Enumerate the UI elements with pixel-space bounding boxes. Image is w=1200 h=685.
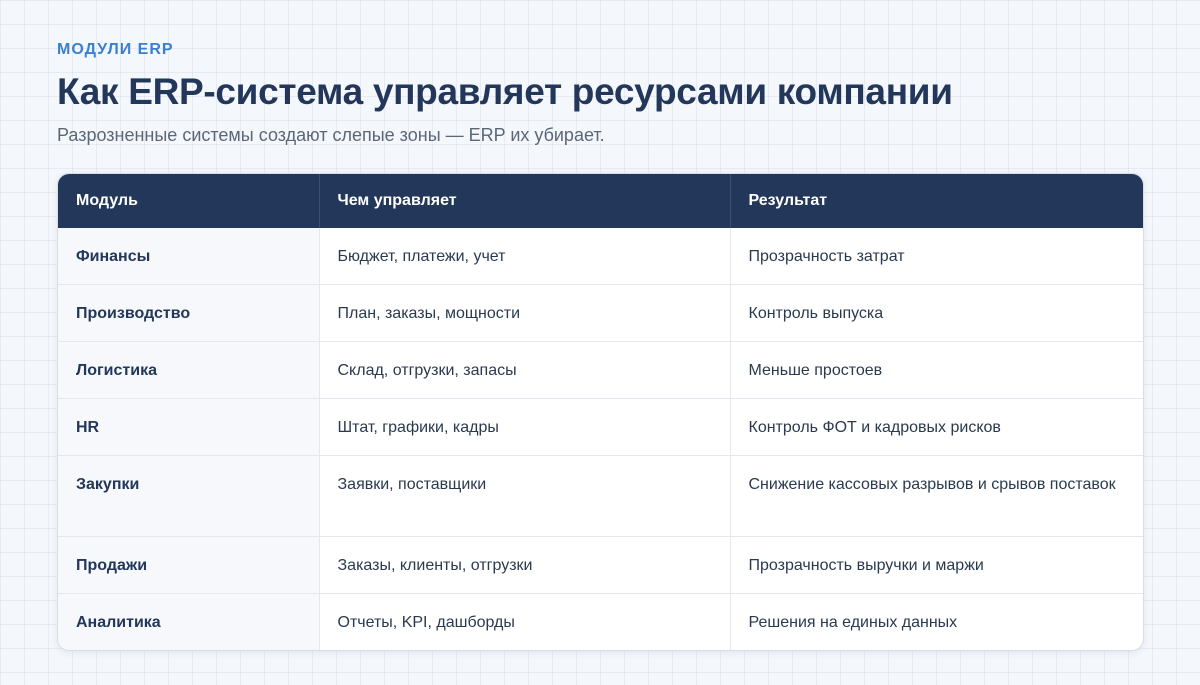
module-cell: HR — [58, 398, 320, 456]
page-header: МОДУЛИ ERP Как ERP-система управляет рес… — [57, 40, 1147, 146]
result-cell: Прозрачность затрат — [748, 248, 905, 265]
page-subtitle: Разрозненные системы создают слепые зоны… — [57, 125, 605, 145]
result-cell: Контроль ФОТ и кадровых рисков — [730, 398, 1143, 456]
manages-cell: Штат, графики, кадры — [319, 398, 731, 456]
table-row: Продажи Заказы, клиенты, отгрузки Прозра… — [58, 536, 1143, 594]
table-row: Закупки Заявки, поставщики Снижение касс… — [58, 455, 1143, 537]
table-header: Модуль Чем управляет Результат — [58, 174, 1143, 228]
module-cell: Продажи — [58, 536, 320, 594]
modules-table-card: Модуль Чем управляет Результат Финансы Б… — [57, 173, 1144, 651]
table-row: Производство План, заказы, мощности Конт… — [58, 284, 1143, 342]
manages-cell: План, заказы, мощности — [319, 284, 731, 342]
column-header-module: Модуль — [58, 174, 320, 228]
table-row: Финансы Бюджет, платежи, учет Прозрачнос… — [58, 228, 1143, 285]
eyebrow-label: МОДУЛИ ERP — [57, 41, 174, 58]
column-header-result: Результат — [730, 174, 1143, 228]
modules-table: Модуль Чем управляет Результат Финансы Б… — [58, 174, 1143, 650]
module-cell: Логистика — [58, 341, 320, 399]
column-header-manages: Чем управляет — [319, 174, 731, 228]
table-row: Логистика Склад, отгрузки, запасы Меньше… — [58, 341, 1143, 399]
manages-cell: Отчеты, KPI, дашборды — [319, 593, 731, 650]
table-row: Аналитика Отчеты, KPI, дашборды Решения … — [58, 593, 1143, 650]
result-cell: Контроль выпуска — [730, 284, 1143, 342]
result-cell: Снижение кассовых разрывов и срывов пост… — [730, 455, 1143, 537]
table-body: Финансы Бюджет, платежи, учет Прозрачнос… — [58, 228, 1143, 650]
manages-cell: Заказы, клиенты, отгрузки — [319, 536, 731, 594]
module-cell: Производство — [58, 284, 320, 342]
page-title: Как ERP-система управляет ресурсами комп… — [57, 71, 953, 112]
result-cell: Меньше простоев — [730, 341, 1143, 399]
result-cell: Решения на единых данных — [730, 593, 1143, 650]
table-header-row: Модуль Чем управляет Результат — [58, 174, 1143, 228]
result-cell: Прозрачность выручки и маржи — [730, 536, 1143, 594]
module-cell: Закупки — [58, 455, 320, 537]
manages-cell: Бюджет, платежи, учет — [319, 228, 731, 285]
module-cell: Аналитика — [58, 593, 320, 650]
manages-cell: Склад, отгрузки, запасы — [319, 341, 731, 399]
module-cell: Финансы — [58, 228, 320, 285]
manages-cell: Заявки, поставщики — [319, 455, 731, 537]
table-row: HR Штат, графики, кадры Контроль ФОТ и к… — [58, 398, 1143, 456]
